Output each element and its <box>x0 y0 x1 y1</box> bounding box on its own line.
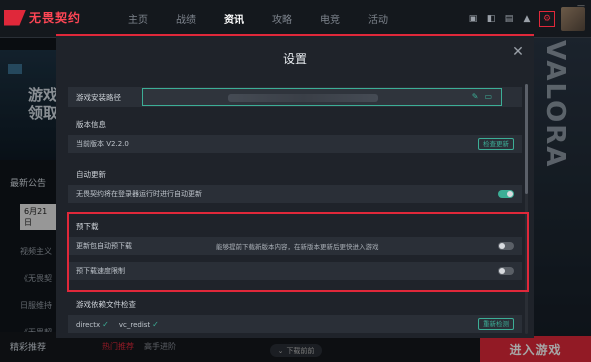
close-icon[interactable]: ✕ <box>510 44 526 60</box>
install-path-row: 游戏安装路径 ✎ ▭ <box>68 87 522 107</box>
version-section: 版本信息 当前版本 V2.2.0 检查更新 <box>68 118 522 153</box>
predownload-highlight <box>67 212 529 292</box>
version-row: 当前版本 V2.2.0 检查更新 <box>68 135 522 153</box>
install-path-label: 游戏安装路径 <box>76 92 121 102</box>
nav-item-stats[interactable]: 战绩 <box>176 11 196 26</box>
bell-icon[interactable]: ▲ <box>521 13 533 25</box>
dependency-row: directx ✓ vc_redist ✓ 重新检测 <box>68 315 522 333</box>
camera-icon[interactable]: ◧ <box>485 13 497 25</box>
blurred-path <box>228 94 378 102</box>
current-version: 当前版本 V2.2.0 <box>76 140 129 148</box>
folder-icon[interactable]: ▭ <box>484 92 492 101</box>
nav-item-guides[interactable]: 攻略 <box>272 11 292 26</box>
logo-text: 无畏契约 <box>29 11 82 25</box>
gear-icon[interactable]: ⚙ <box>539 11 555 27</box>
auto-update-section: 自动更新 无畏契约将在登录器运行时进行自动更新 <box>68 168 522 203</box>
scrollbar-thumb[interactable] <box>525 84 528 194</box>
top-right-tools: ▣ ◧ ▤ ▲ ⚙ <box>467 0 585 38</box>
main-nav: 主页 战绩 资讯 攻略 电竞 活动 <box>128 11 388 26</box>
avatar[interactable] <box>561 7 585 31</box>
auto-update-text: 无畏契约将在登录器运行时进行自动更新 <box>76 190 202 198</box>
video-icon[interactable]: ▣ <box>467 13 479 25</box>
dependency-section: 游戏依赖文件检查 directx ✓ vc_redist ✓ 重新检测 <box>68 298 522 333</box>
nav-item-home[interactable]: 主页 <box>128 11 148 26</box>
modal-title: 设置 <box>282 52 307 66</box>
version-label: 版本信息 <box>76 120 106 129</box>
nav-item-news[interactable]: 资讯 <box>224 11 244 26</box>
check-icon: ✓ <box>102 319 109 329</box>
auto-update-label: 自动更新 <box>76 170 106 179</box>
auto-update-row: 无畏契约将在登录器运行时进行自动更新 <box>68 185 522 203</box>
dependency-label: 游戏依赖文件检查 <box>76 300 136 309</box>
dependency-item: directx ✓ <box>76 319 109 329</box>
pencil-icon[interactable]: ✎ <box>472 92 479 101</box>
auto-update-toggle[interactable] <box>498 190 514 198</box>
dependency-list: directx ✓ vc_redist ✓ <box>76 320 159 329</box>
settings-modal: 设置 ✕ 游戏安装路径 ✎ ▭ 版本信息 当前版本 V2.2.0 检查更新 自动… <box>56 34 534 338</box>
check-icon: ✓ <box>152 319 159 329</box>
folder-icon[interactable]: ▤ <box>503 13 515 25</box>
check-update-button[interactable]: 检查更新 <box>478 138 514 150</box>
nav-item-events[interactable]: 活动 <box>368 11 388 26</box>
nav-item-esports[interactable]: 电竞 <box>320 11 340 26</box>
app-logo: 无畏契约 <box>4 9 81 26</box>
recheck-button[interactable]: 重新检测 <box>478 318 514 330</box>
dependency-item: vc_redist ✓ <box>118 319 159 329</box>
top-bar: 无畏契约 主页 战绩 资讯 攻略 电竞 活动 — ▣ ◧ ▤ ▲ ⚙ <box>0 0 591 38</box>
logo-mark <box>4 9 26 26</box>
